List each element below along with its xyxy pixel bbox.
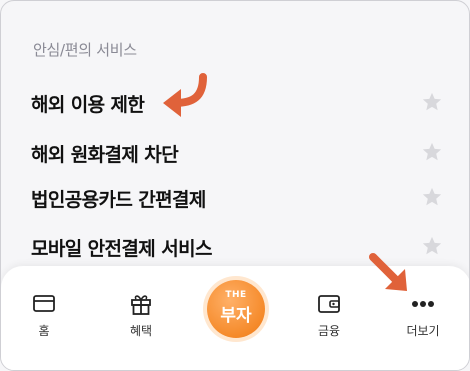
annotation-arrow-icon bbox=[163, 73, 207, 117]
menu-item-label: 해외 원화결제 차단 bbox=[31, 143, 179, 166]
the-bujja-top-text: THE bbox=[225, 290, 247, 300]
menu-item-label: 법인공용카드 간편결제 bbox=[31, 188, 206, 211]
the-bujja-main-text: 부자 bbox=[220, 306, 252, 326]
nav-label: 혜택 bbox=[129, 324, 153, 338]
nav-label: 홈 bbox=[38, 324, 50, 338]
menu-item-corporate-easy-pay[interactable]: 법인공용카드 간편결제 bbox=[31, 178, 451, 218]
favorite-star-icon[interactable] bbox=[421, 141, 443, 163]
section-title: 안심/편의 서비스 bbox=[33, 41, 137, 59]
card-icon bbox=[33, 295, 55, 312]
favorite-star-icon[interactable] bbox=[421, 91, 443, 113]
nav-item-finance[interactable]: 금융 bbox=[299, 292, 359, 339]
nav-label: 더보기 bbox=[406, 324, 440, 338]
nav-item-more[interactable]: 더보기 bbox=[393, 292, 453, 339]
gift-icon bbox=[131, 295, 151, 315]
wallet-icon bbox=[318, 295, 340, 313]
menu-item-overseas-restriction[interactable]: 해외 이용 제한 bbox=[31, 83, 451, 123]
menu-item-label: 해외 이용 제한 bbox=[31, 93, 145, 116]
app-frame: 안심/편의 서비스 해외 이용 제한 해외 원화결제 차단 법인공용카드 간편결… bbox=[0, 0, 470, 371]
favorite-star-icon[interactable] bbox=[421, 235, 443, 257]
nav-label: 금융 bbox=[317, 324, 341, 338]
nav-item-home[interactable]: 홈 bbox=[14, 292, 74, 339]
nav-item-benefits[interactable]: 혜택 bbox=[111, 292, 171, 339]
the-bujja-button[interactable]: THE 부자 bbox=[207, 280, 265, 338]
favorite-star-icon[interactable] bbox=[421, 186, 443, 208]
menu-item-label: 모바일 안전결제 서비스 bbox=[31, 237, 212, 260]
menu-item-krw-block[interactable]: 해외 원화결제 차단 bbox=[31, 133, 451, 173]
annotation-arrow-icon bbox=[369, 253, 407, 291]
